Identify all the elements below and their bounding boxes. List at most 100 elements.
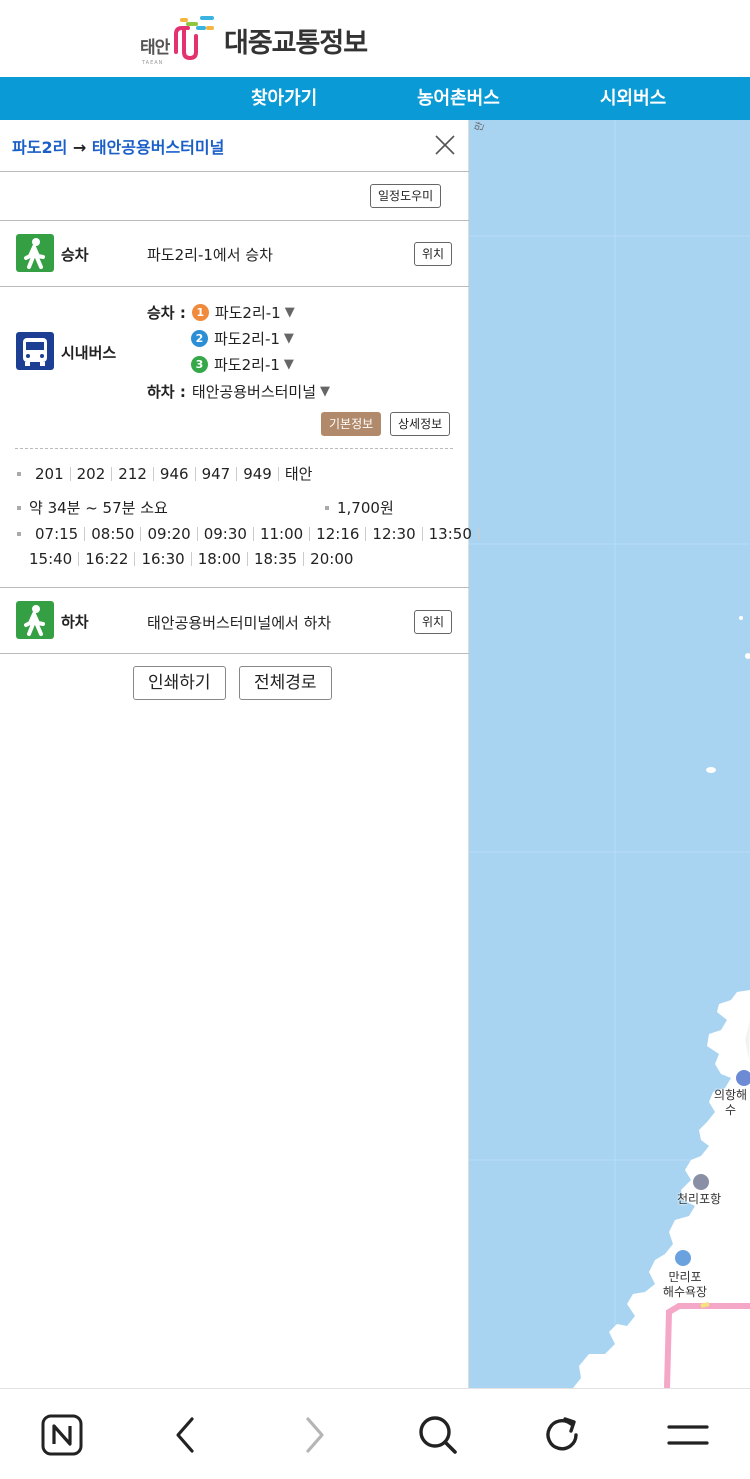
close-button[interactable]: [432, 132, 458, 158]
bus-route-number[interactable]: 201: [29, 467, 71, 482]
search-icon: [419, 1416, 457, 1454]
city-bus-icon: [23, 338, 47, 366]
detail-info-button[interactable]: 상세정보: [390, 412, 451, 436]
alighting-location-button[interactable]: 위치: [414, 610, 453, 634]
walk-icon: [16, 601, 54, 639]
departure-time: 16:22: [79, 552, 136, 567]
bus-route-number[interactable]: 947: [196, 467, 238, 482]
full-route-button[interactable]: 전체경로: [239, 666, 332, 700]
departure-time: 18:35: [248, 552, 305, 567]
chevron-left-icon: [176, 1417, 194, 1453]
departure-time: 07:15: [29, 527, 86, 542]
divider: [0, 286, 469, 287]
logo-mark: 태안 TAEAN: [140, 12, 220, 68]
bullet: [17, 472, 21, 476]
divider: [0, 587, 469, 588]
close-icon: [435, 135, 455, 155]
board-stop-name: 파도2리-1: [214, 356, 280, 374]
forward-button[interactable]: [290, 1411, 338, 1459]
reload-button[interactable]: [538, 1411, 586, 1459]
bullet: [325, 505, 329, 510]
nav-find-route[interactable]: 찾아가기: [251, 77, 317, 120]
naver-n-icon: [41, 1414, 83, 1456]
print-button[interactable]: 인쇄하기: [133, 666, 226, 700]
bullet: [17, 505, 21, 510]
departure-time: 12:16: [310, 527, 367, 542]
bus-route-number[interactable]: 202: [71, 467, 113, 482]
stop-number-badge: 2: [191, 330, 208, 347]
departure-time: 13:50: [423, 527, 479, 542]
search-button[interactable]: [414, 1411, 462, 1459]
fare-text: 1,700원: [337, 499, 394, 517]
reload-icon: [546, 1417, 578, 1451]
hamburger-menu-icon: [667, 1425, 709, 1445]
divider: [0, 653, 469, 654]
schedule-helper-button[interactable]: 일정도우미: [370, 184, 442, 208]
departure-time: 09:20: [141, 527, 198, 542]
fare-info: 1,700원: [325, 497, 394, 518]
walking-person-icon: [24, 605, 45, 636]
alight-stop[interactable]: 하차 : 태안공용버스터미널 ▼: [147, 381, 330, 402]
basic-info-button[interactable]: 기본정보: [321, 412, 382, 436]
dropdown-triangle-icon: ▼: [284, 305, 295, 320]
route-panel: 파도2리 → 태안공용버스터미널 일정도우미 승차 파도2리-1에서 승차 위치…: [0, 120, 479, 1388]
route-arrow: →: [72, 138, 87, 157]
menu-button[interactable]: [664, 1411, 712, 1459]
departure-time: 09:30: [198, 527, 254, 542]
departure-time: 15:40: [29, 552, 80, 567]
map-view[interactable]: 만 의항해수 천리포항 만리포 해수욕장: [469, 120, 750, 1388]
departure-time: 11:00: [254, 527, 311, 542]
bus-route-number[interactable]: 946: [154, 467, 196, 482]
boarding-location-button[interactable]: 위치: [414, 242, 453, 266]
alight-stop-name: 태안공용버스터미널: [191, 383, 317, 401]
divider: [0, 171, 469, 172]
site-header: 태안 TAEAN 대중교통정보: [0, 0, 750, 77]
nav-rural-bus[interactable]: 농어촌버스: [417, 77, 500, 120]
bus-route-number[interactable]: 태안: [279, 467, 319, 482]
boarding-label: 승차: [61, 246, 89, 264]
site-title: 대중교통정보: [224, 28, 368, 59]
map-label-uihang: 의항해수: [713, 1088, 748, 1117]
bus-route-number[interactable]: 949: [237, 467, 279, 482]
main-nav: 찾아가기 농어촌버스 시외버스: [0, 77, 750, 120]
board-stop-3[interactable]: 3 파도2리-1 ▼: [191, 354, 294, 375]
board-stop-1[interactable]: 승차 : 1 파도2리-1 ▼: [147, 302, 295, 323]
dashed-divider: [15, 448, 453, 449]
alighting-label: 하차: [61, 613, 89, 631]
route-from: 파도2리: [12, 138, 68, 157]
walk-icon: [16, 234, 54, 272]
browser-bottom-bar: [0, 1388, 750, 1479]
route-title: 파도2리 → 태안공용버스터미널: [12, 134, 224, 158]
departure-times-row-2: 15:40 16:22 16:30 18:00 18:35 20:00: [29, 552, 359, 567]
dropdown-triangle-icon: ▼: [283, 331, 294, 346]
nav-intercity-bus[interactable]: 시외버스: [600, 77, 666, 120]
alight-label: 하차 :: [147, 383, 186, 401]
boarding-text: 파도2리-1에서 승차: [147, 246, 273, 264]
back-button[interactable]: [162, 1411, 210, 1459]
stop-number-badge: 3: [191, 356, 208, 373]
chevron-right-icon: [306, 1417, 324, 1453]
board-stop-2[interactable]: 2 파도2리-1 ▼: [191, 328, 294, 349]
logo-small-text: 태안: [140, 38, 170, 58]
stop-number-badge: 1: [191, 304, 209, 321]
site-logo[interactable]: 태안 TAEAN 대중교통정보: [140, 12, 368, 68]
bus-route-list: 201 202 212 946 947 949 태안: [17, 467, 319, 482]
departure-time: 16:30: [135, 552, 192, 567]
board-stop-name: 파도2리-1: [214, 304, 281, 322]
dropdown-triangle-icon: ▼: [283, 357, 294, 372]
map-label-mallipo-line1: 만리포: [668, 1270, 702, 1284]
walking-person-icon: [24, 238, 45, 269]
dropdown-triangle-icon: ▼: [320, 384, 331, 399]
svg-text:만: 만: [473, 120, 487, 133]
departure-time: 08:50: [85, 527, 142, 542]
bus-label: 시내버스: [61, 344, 117, 362]
naver-home-button[interactable]: [38, 1411, 86, 1459]
departure-time: 18:00: [192, 552, 248, 567]
divider: [0, 220, 469, 221]
logo-sub-text: TAEAN: [142, 60, 164, 66]
board-stop-name: 파도2리-1: [214, 330, 280, 348]
bullet: [17, 532, 21, 536]
alighting-text: 태안공용버스터미널에서 하차: [147, 614, 332, 632]
departure-times-row-1: 07:15 08:50 09:20 09:30 11:00 12:16 12:3…: [17, 527, 479, 542]
bus-route-number[interactable]: 212: [112, 467, 154, 482]
